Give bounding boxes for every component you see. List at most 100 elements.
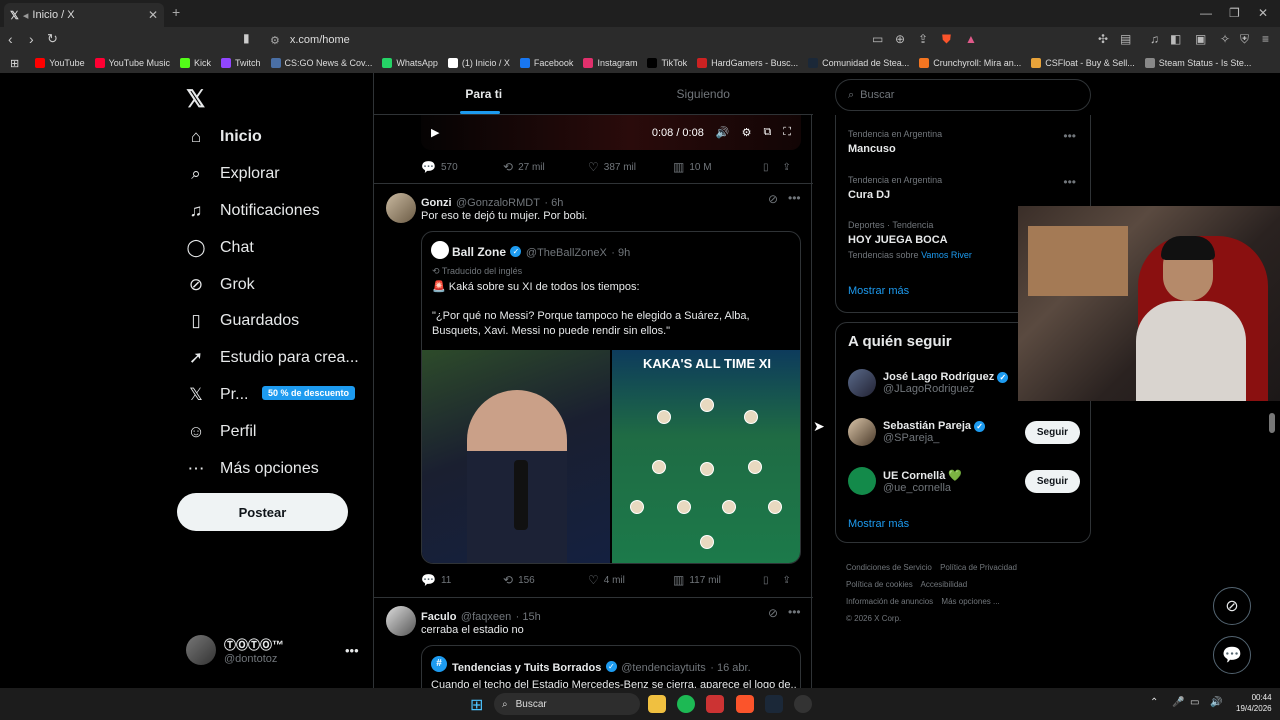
footer-link[interactable]: Accesibilidad [920, 580, 967, 589]
all-time-xi-graphic[interactable]: KAKA'S ALL TIME XI [612, 350, 800, 563]
avatar[interactable] [386, 606, 416, 636]
footer-link[interactable]: Política de cookies [846, 580, 913, 589]
new-tab-button[interactable]: + [172, 4, 180, 20]
site-info-icon[interactable]: ⚙ [270, 34, 280, 47]
media-icon[interactable]: ♫ [1150, 32, 1159, 46]
bookmark-item[interactable]: Facebook [519, 58, 573, 68]
sidebar-panel-icon[interactable]: ▤ [1120, 32, 1131, 46]
brave-icon[interactable] [736, 695, 754, 713]
tweet-author-name[interactable]: Gonzi [421, 197, 452, 209]
close-tab-icon[interactable]: ✕ [148, 8, 158, 22]
close-window-icon[interactable]: ✕ [1258, 6, 1268, 20]
follow-button[interactable]: Seguir [1024, 469, 1080, 493]
nav-item-4[interactable]: ◯ Chat [186, 238, 253, 258]
repost-button[interactable]: ⟲ 27 mil [503, 160, 588, 174]
bookmark-item[interactable]: Instagram [583, 58, 637, 68]
bookmark-item[interactable]: Twitch [220, 58, 261, 68]
trend-more-icon[interactable]: ••• [1063, 129, 1076, 143]
footer-link[interactable]: Más opciones ... [941, 597, 999, 606]
footer-link[interactable]: Política de Privacidad [940, 563, 1017, 572]
nav-item-7[interactable]: ➚ Estudio para crea... [186, 348, 359, 368]
video-player[interactable]: ▶ 0:08 / 0:08 🔊 ⚙ ⧉ ⛶ [421, 115, 801, 150]
kaka-photo[interactable] [422, 350, 610, 563]
share-icon[interactable]: ⇪ [783, 575, 791, 586]
more-icon[interactable]: ••• [788, 605, 801, 619]
bookmark-item[interactable]: CS:GO News & Cov... [270, 58, 372, 68]
show-more-trends[interactable]: Mostrar más [848, 285, 909, 297]
trend-item[interactable]: Tendencia en Argentina Mancuso [848, 129, 942, 155]
follow-suggestion[interactable]: UE Cornellà 💚 @ue_cornella Seguir [848, 467, 1080, 495]
back-icon[interactable]: ‹ [8, 31, 13, 47]
network-icon[interactable]: ▭ [1190, 697, 1199, 708]
trend-sub-link[interactable]: Vamos River [921, 250, 972, 260]
settings-icon[interactable]: ⚙ [742, 126, 752, 139]
restore-icon[interactable]: ❐ [1229, 6, 1240, 20]
footer-link[interactable]: Condiciones de Servicio [846, 563, 932, 572]
more-icon[interactable]: ••• [788, 191, 801, 205]
nav-item-8[interactable]: 𝕏 Pr... [186, 385, 248, 405]
x-logo-icon[interactable]: 𝕏 [186, 85, 205, 114]
quoted-tweet[interactable]: # Tendencias y Tuits Borrados ✓ @tendenc… [421, 645, 801, 688]
snipping-tool-icon[interactable] [706, 695, 724, 713]
share-icon[interactable]: ⇪ [783, 162, 791, 173]
apps-grid-icon[interactable]: ⊞ [10, 57, 19, 70]
scrollbar[interactable] [1269, 413, 1275, 433]
tweet-time[interactable]: · 15h [516, 611, 541, 623]
like-button[interactable]: ♡ 4 mil [588, 573, 673, 587]
bookmark-page-icon[interactable]: ▮ [243, 31, 250, 45]
show-more-follow[interactable]: Mostrar más [848, 518, 909, 530]
quoted-tweet[interactable]: Ball Zone ✓ @TheBallZoneX · 9h ⟲ Traduci… [421, 231, 801, 564]
windows-start-icon[interactable]: ⊞ [470, 695, 483, 715]
share-icon[interactable]: ⇪ [918, 32, 928, 46]
quote-media[interactable]: KAKA'S ALL TIME XI [422, 350, 800, 563]
forward-icon[interactable]: › [29, 31, 34, 47]
reading-list-icon[interactable]: ◧ [1170, 32, 1181, 46]
tweet-author-handle[interactable]: @faqxeen [461, 611, 511, 623]
bookmark-icon[interactable]: ▯ [763, 575, 769, 586]
zoom-icon[interactable]: ⊕ [895, 32, 905, 46]
nav-item-1[interactable]: ⌂ Inicio [186, 127, 262, 147]
brave-rewards-icon[interactable]: ▲ [965, 32, 977, 46]
tab-siguiendo[interactable]: Siguiendo [594, 73, 814, 114]
bookmark-item[interactable]: WhatsApp [382, 58, 438, 68]
volume-icon[interactable]: 🔊 [716, 126, 730, 139]
avatar[interactable] [386, 193, 416, 223]
nav-item-6[interactable]: ▯ Guardados [186, 311, 299, 331]
nav-item-2[interactable]: ⌕ Explorar [186, 164, 279, 184]
grok-icon[interactable]: ⊘ [768, 606, 778, 620]
bookmark-item[interactable]: Crunchyroll: Mira an... [919, 58, 1021, 68]
trend-more-icon[interactable]: ••• [1063, 175, 1076, 189]
clock[interactable]: 00:44 19/4/2026 [1236, 692, 1272, 714]
bookmark-item[interactable]: Kick [179, 58, 211, 68]
nav-item-5[interactable]: ⊘ Grok [186, 275, 255, 295]
grok-icon[interactable]: ⊘ [768, 192, 778, 206]
grok-fab-icon[interactable]: ⊘ [1213, 587, 1251, 625]
bookmark-item[interactable]: YouTube Music [94, 58, 170, 68]
app-icon[interactable] [794, 695, 812, 713]
minimize-icon[interactable]: — [1200, 6, 1212, 20]
views-button[interactable]: ▥ 117 mil [673, 573, 763, 587]
tweet-author-name[interactable]: Faculo [421, 611, 456, 623]
views-button[interactable]: ▥ 10 M [673, 160, 763, 174]
spotify-icon[interactable] [677, 695, 695, 713]
tweet-author-handle[interactable]: @GonzaloRMDT [456, 197, 540, 209]
bookmark-item[interactable]: YouTube [35, 58, 85, 68]
trend-item[interactable]: Deportes · Tendencia HOY JUEGA BOCA Tend… [848, 220, 972, 260]
taskbar-search[interactable]: ⌕ Buscar [494, 693, 640, 715]
nav-item-3[interactable]: ♫ Notificaciones [186, 201, 320, 221]
tweet-time[interactable]: · 6h [544, 197, 563, 209]
reply-button[interactable]: 💬 11 [421, 573, 503, 587]
account-more-icon[interactable]: ••• [345, 643, 359, 658]
bookmark-item[interactable]: HardGamers - Busc... [697, 58, 798, 68]
chat-fab-icon[interactable]: 💬 [1213, 636, 1251, 674]
search-input[interactable]: ⌕ Buscar [835, 79, 1091, 111]
play-icon[interactable]: ▶ [431, 126, 439, 139]
leo-ai-icon[interactable]: ✧ [1220, 32, 1230, 46]
fullscreen-icon[interactable]: ⛶ [783, 126, 791, 139]
bookmark-item[interactable]: Comunidad de Stea... [808, 58, 909, 68]
bookmark-item[interactable]: (1) Inicio / X [447, 58, 510, 68]
follow-suggestion[interactable]: Sebastián Pareja ✓ @SPareja_ Seguir [848, 418, 1080, 446]
extensions-icon[interactable]: ✣ [1098, 32, 1108, 46]
browser-tab[interactable]: 𝕏 ◂ Inicio / X ✕ [4, 3, 164, 27]
tray-chevron-icon[interactable]: ⌃ [1150, 697, 1158, 708]
